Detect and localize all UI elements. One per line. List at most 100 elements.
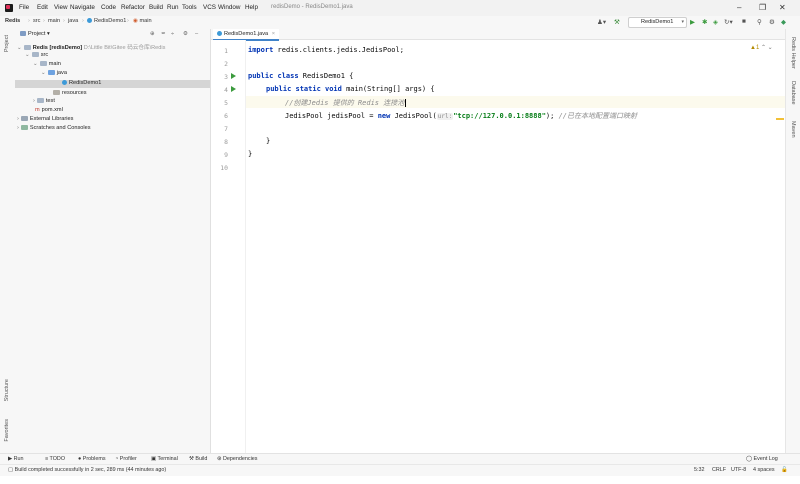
build-tool-tab[interactable]: ⚒ Build xyxy=(189,456,207,462)
left-tool-strip: Project Structure Favorites xyxy=(0,29,16,453)
tree-item-external-libraries[interactable]: › External Libraries xyxy=(17,116,73,122)
breadcrumb-src[interactable]: src xyxy=(33,18,40,24)
run-class-icon[interactable] xyxy=(231,73,236,79)
menu-vcs[interactable]: VCS xyxy=(203,4,216,11)
line-number: 5 xyxy=(224,99,228,107)
minimize-icon[interactable]: – xyxy=(737,3,741,12)
user-icon[interactable]: ♟▾ xyxy=(597,18,606,26)
file-encoding[interactable]: UTF-8 xyxy=(731,467,746,473)
selected-row xyxy=(15,80,210,88)
class-icon xyxy=(217,31,222,37)
problems-tool-tab[interactable]: ● Problems xyxy=(78,456,106,462)
project-panel: Project ▾ ⊕ ≖ ÷ ⚙ – ⌄ Redis [redisDemo] D… xyxy=(15,29,211,453)
maven-tool-tab[interactable]: Maven xyxy=(790,121,796,138)
tree-item-pom[interactable]: m pom.xml xyxy=(35,107,63,113)
terminal-tool-tab[interactable]: ▣ Terminal xyxy=(151,456,178,462)
window-title: redisDemo - RedisDemo1.java xyxy=(271,4,353,10)
indent-setting[interactable]: 4 spaces xyxy=(753,467,775,473)
status-bar: ▢ Build completed successfully in 2 sec,… xyxy=(0,464,800,476)
menu-run[interactable]: Run xyxy=(167,4,179,11)
tree-item-scratches[interactable]: › Scratches and Consoles xyxy=(17,125,91,131)
editor-tab-bar: RedisDemo1.java × xyxy=(211,29,785,41)
tree-item-java[interactable]: ⌄ java xyxy=(41,70,67,76)
todo-tool-tab[interactable]: ≡ TODO xyxy=(45,456,65,462)
run-configuration-select[interactable]: RedisDemo1 ▾ xyxy=(628,17,687,28)
breadcrumb-class[interactable]: RedisDemo1 xyxy=(87,18,126,24)
line-number: 1 xyxy=(224,47,228,55)
code-line-9[interactable]: } xyxy=(248,150,252,158)
tree-item-redisdemo1[interactable]: RedisDemo1 xyxy=(62,80,101,86)
run-icon[interactable]: ▶ xyxy=(690,18,695,26)
database-tool-tab[interactable]: Database xyxy=(790,81,796,105)
menu-refactor[interactable]: Refactor xyxy=(121,4,145,11)
menu-help[interactable]: Help xyxy=(245,4,258,11)
right-tool-strip: Redis Helper Database Maven xyxy=(785,29,800,453)
line-number: 8 xyxy=(224,138,228,146)
tree-item-main[interactable]: ⌄ main xyxy=(33,61,61,67)
plugin-icon[interactable]: ◆ xyxy=(781,18,786,26)
collapse-all-icon[interactable]: ≖ xyxy=(161,31,166,37)
menu-code[interactable]: Code xyxy=(101,4,116,11)
redis-helper-tool-tab[interactable]: Redis Helper xyxy=(790,37,796,69)
caret-position[interactable]: 5:32 xyxy=(694,467,705,473)
line-number: 4 xyxy=(224,86,228,94)
project-tool-tab[interactable]: Project xyxy=(4,35,10,52)
gear-icon[interactable]: ⚙ xyxy=(183,31,188,37)
hammer-icon[interactable]: ⚒ xyxy=(614,18,620,26)
breadcrumb-project[interactable]: Redis xyxy=(5,18,20,24)
menu-bar: File Edit View Navigate Code Refactor Bu… xyxy=(0,0,800,16)
line-separator[interactable]: CRLF xyxy=(712,467,726,473)
menu-file[interactable]: File xyxy=(19,4,29,11)
project-view-select[interactable]: Project ▾ xyxy=(20,31,50,37)
menu-view[interactable]: View xyxy=(54,4,68,11)
event-log-tool-tab[interactable]: ◯ Event Log xyxy=(746,456,778,462)
profiler-tool-tab[interactable]: ◔ Profiler xyxy=(115,456,137,462)
tab-close-icon[interactable]: × xyxy=(272,31,275,37)
menu-edit[interactable]: Edit xyxy=(37,4,48,11)
tree-item-src[interactable]: ⌄ src xyxy=(25,52,48,58)
hide-panel-icon[interactable]: – xyxy=(195,31,198,37)
more-run-icon[interactable]: ↻▾ xyxy=(724,18,733,26)
breadcrumb-method[interactable]: ◉ main xyxy=(133,18,152,24)
tree-item-resources[interactable]: resources xyxy=(53,90,87,96)
search-icon[interactable]: ⚲ xyxy=(757,18,762,26)
coverage-icon[interactable]: ◈ xyxy=(713,18,718,26)
structure-tool-tab[interactable]: Structure xyxy=(4,379,10,401)
code-line-4[interactable]: public static void main(String[] args) { xyxy=(266,85,435,93)
menu-tools[interactable]: Tools xyxy=(182,4,197,11)
locate-icon[interactable]: ⊕ xyxy=(150,31,155,37)
debug-icon[interactable]: ✱ xyxy=(702,18,707,26)
line-number: 3 xyxy=(224,73,228,81)
lock-icon[interactable]: 🔓 xyxy=(781,467,788,473)
code-line-5[interactable]: //创建Jedis 提供的 Redis 连接池 xyxy=(285,98,407,108)
warning-marker[interactable] xyxy=(776,118,784,120)
code-line-1[interactable]: import redis.clients.jedis.JedisPool; xyxy=(248,46,404,54)
expand-all-icon[interactable]: ÷ xyxy=(171,31,174,37)
warning-counter[interactable]: ▲1 ⌃ ⌄ xyxy=(750,44,773,51)
menu-build[interactable]: Build xyxy=(149,4,163,11)
line-number: 10 xyxy=(220,164,228,172)
settings-icon[interactable]: ⚙ xyxy=(769,18,775,26)
code-line-3[interactable]: public class RedisDemo1 { xyxy=(248,72,353,80)
code-line-8[interactable]: } xyxy=(266,137,270,145)
run-main-icon[interactable] xyxy=(231,86,236,92)
tree-item-project-root[interactable]: ⌄ Redis [redisDemo] D:\Little Bit\Gitee 码… xyxy=(17,43,165,51)
menu-navigate[interactable]: Navigate xyxy=(70,4,95,11)
stop-icon[interactable]: ■ xyxy=(742,18,746,25)
menu-window[interactable]: Window xyxy=(218,4,240,11)
breadcrumb-java[interactable]: java xyxy=(68,18,78,24)
tree-item-test[interactable]: › test xyxy=(33,98,55,104)
class-icon xyxy=(62,80,67,86)
navigation-bar: Redis › src › main › java › RedisDemo1 ›… xyxy=(0,16,800,30)
restore-icon[interactable]: ❐ xyxy=(759,3,766,12)
dependencies-tool-tab[interactable]: ⊛ Dependencies xyxy=(217,456,257,462)
line-number: 6 xyxy=(224,112,228,120)
run-tool-tab[interactable]: ▶ Run xyxy=(8,456,24,462)
breadcrumb-main[interactable]: main xyxy=(48,18,60,24)
status-message[interactable]: ▢ Build completed successfully in 2 sec,… xyxy=(8,467,166,473)
code-line-6[interactable]: JedisPool jedisPool = new JedisPool(url:… xyxy=(285,111,637,121)
favorites-tool-tab[interactable]: Favorites xyxy=(4,419,10,442)
close-icon[interactable]: ✕ xyxy=(779,3,786,12)
line-number: 7 xyxy=(224,125,228,133)
class-icon xyxy=(87,18,92,24)
